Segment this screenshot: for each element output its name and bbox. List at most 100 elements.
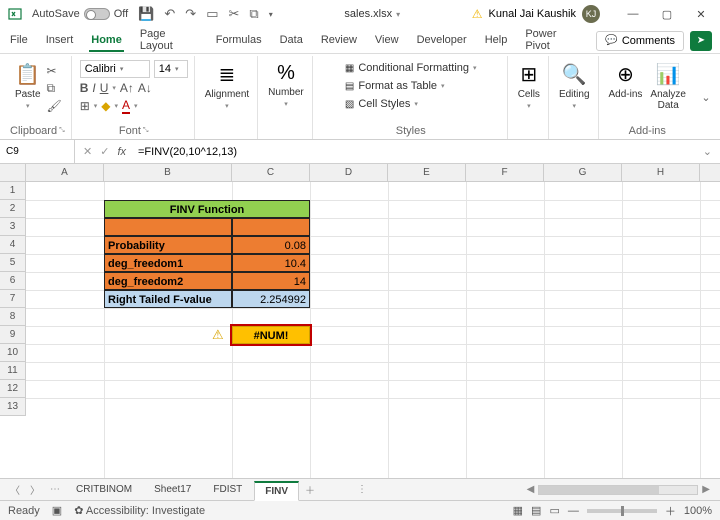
filename[interactable]: sales.xlsx▾ [281, 8, 464, 20]
row-header[interactable]: 6 [0, 272, 25, 290]
zoom-out-button[interactable]: — [568, 505, 579, 517]
tab-formulas[interactable]: Formulas [214, 30, 264, 52]
row-header[interactable]: 3 [0, 218, 25, 236]
sheet-divider[interactable]: ⋮ [353, 484, 371, 495]
new-icon[interactable]: ▭ [206, 6, 218, 22]
select-all-corner[interactable] [0, 164, 26, 182]
save-icon[interactable]: 💾 [138, 6, 154, 22]
zoom-in-button[interactable]: ＋ [665, 503, 676, 519]
view-normal-icon[interactable]: ▦ [513, 504, 523, 517]
minimize-button[interactable]: — [618, 4, 648, 24]
sheet-tab[interactable]: Sheet17 [144, 481, 201, 498]
share-button[interactable]: ➤ [690, 31, 712, 51]
format-as-table-button[interactable]: ▤ Format as Table ▾ [345, 80, 445, 92]
font-color-button[interactable]: A [122, 98, 130, 114]
number-button[interactable]: %Number▾ [266, 60, 306, 108]
view-page-icon[interactable]: ▤ [531, 504, 541, 517]
paste-button[interactable]: 📋Paste▾ [13, 60, 43, 110]
row-header[interactable]: 10 [0, 344, 25, 362]
name-box[interactable]: C9 [0, 140, 75, 163]
conditional-formatting-button[interactable]: ▦ Conditional Formatting ▾ [345, 62, 477, 74]
sheet-nav-prev[interactable]: 〈 [6, 482, 24, 497]
col-header[interactable]: A [26, 164, 104, 181]
sheet-nav-next[interactable]: 〉 [26, 482, 44, 497]
row-header[interactable]: 5 [0, 254, 25, 272]
avatar[interactable]: KJ [582, 5, 600, 23]
cut-icon[interactable]: ✂ [47, 64, 62, 78]
cell[interactable]: deg_freedom2 [104, 272, 232, 290]
row-header[interactable]: 11 [0, 362, 25, 380]
scroll-right[interactable]: ▶ [698, 484, 714, 495]
cell-error[interactable]: #NUM! [232, 326, 310, 344]
cell-styles-button[interactable]: ▧ Cell Styles ▾ [345, 98, 418, 110]
addins-button[interactable]: ⊕Add-ins [607, 60, 645, 100]
fill-color-button[interactable]: ◆ [101, 99, 110, 113]
row-header[interactable]: 4 [0, 236, 25, 254]
cell[interactable]: Right Tailed F-value [104, 290, 232, 308]
cell[interactable]: 0.08 [232, 236, 310, 254]
tab-power-pivot[interactable]: Power Pivot [523, 24, 582, 58]
tab-home[interactable]: Home [89, 30, 124, 52]
tab-page-layout[interactable]: Page Layout [138, 24, 200, 58]
col-header[interactable]: F [466, 164, 544, 181]
shrink-font-button[interactable]: A↓ [138, 81, 152, 95]
tab-file[interactable]: File [8, 30, 30, 52]
bold-button[interactable]: B [80, 81, 89, 95]
cell[interactable]: Probability [104, 236, 232, 254]
alignment-button[interactable]: ≣Alignment▾ [203, 60, 251, 110]
sheet-tab[interactable]: CRITBINOM [66, 481, 142, 498]
row-header[interactable]: 13 [0, 398, 25, 416]
cell-title[interactable]: FINV Function [104, 200, 310, 218]
view-break-icon[interactable]: ▭ [549, 504, 559, 517]
error-warning-icon[interactable]: ⚠ [212, 327, 224, 343]
cell[interactable] [232, 218, 310, 236]
accessibility-status[interactable]: ✿ Accessibility: Investigate [74, 504, 205, 517]
col-header[interactable]: C [232, 164, 310, 181]
autosave-toggle[interactable]: AutoSaveOff [32, 8, 128, 20]
more-icon[interactable]: ▾ [269, 10, 273, 19]
close-button[interactable]: ✕ [686, 4, 716, 24]
editing-button[interactable]: 🔍Editing▾ [557, 60, 592, 110]
tab-help[interactable]: Help [483, 30, 510, 52]
underline-button[interactable]: U [100, 81, 109, 95]
sheet-nav-more[interactable]: ⋯ [46, 484, 64, 495]
macro-icon[interactable]: ▣ [52, 504, 62, 517]
tab-insert[interactable]: Insert [44, 30, 76, 52]
row-header[interactable]: 1 [0, 182, 25, 200]
grow-font-button[interactable]: A↑ [120, 81, 134, 95]
borders-button[interactable]: ⊞ [80, 99, 90, 113]
font-size-select[interactable]: 14▾ [154, 60, 188, 78]
col-header[interactable]: E [388, 164, 466, 181]
redo-icon[interactable]: ↷ [185, 6, 196, 22]
cell[interactable] [104, 218, 232, 236]
cell[interactable]: deg_freedom1 [104, 254, 232, 272]
scroll-left[interactable]: ◀ [523, 484, 539, 495]
horizontal-scrollbar[interactable] [538, 485, 698, 495]
expand-formula-icon[interactable]: ⌄ [695, 145, 720, 158]
col-header[interactable]: H [622, 164, 700, 181]
copy-icon[interactable]: ⧉ [47, 81, 62, 96]
maximize-button[interactable]: ▢ [652, 4, 682, 24]
zoom-slider[interactable] [587, 509, 657, 513]
tab-developer[interactable]: Developer [415, 30, 469, 52]
col-header[interactable]: B [104, 164, 232, 181]
sheet-tab-active[interactable]: FINV [254, 481, 299, 501]
copy-icon[interactable]: ⧉ [249, 6, 258, 22]
row-header[interactable]: 12 [0, 380, 25, 398]
tab-data[interactable]: Data [278, 30, 305, 52]
row-header[interactable]: 8 [0, 308, 25, 326]
row-header[interactable]: 9 [0, 326, 25, 344]
font-name-select[interactable]: Calibri▾ [80, 60, 150, 78]
formula-input[interactable]: =FINV(20,10^12,13) [134, 146, 695, 158]
col-header[interactable]: D [310, 164, 388, 181]
cell[interactable]: 10.4 [232, 254, 310, 272]
collapse-ribbon-button[interactable]: ⌄ [696, 56, 716, 139]
comments-button[interactable]: 💬 Comments [596, 31, 684, 51]
tab-view[interactable]: View [373, 30, 401, 52]
undo-icon[interactable]: ↶ [164, 6, 175, 22]
fx-icon[interactable]: fx [117, 146, 126, 158]
row-header[interactable]: 2 [0, 200, 25, 218]
tab-review[interactable]: Review [319, 30, 359, 52]
col-header[interactable]: G [544, 164, 622, 181]
zoom-level[interactable]: 100% [684, 505, 712, 517]
